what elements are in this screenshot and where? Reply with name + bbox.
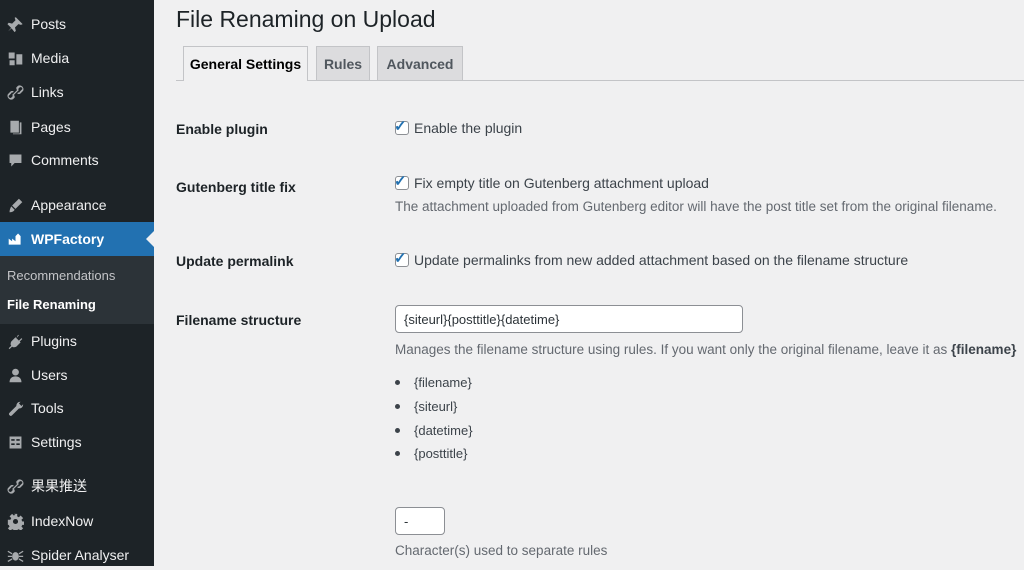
rule-label: {filename} (414, 375, 472, 390)
settings-icon (5, 432, 25, 452)
sidebar-item-label: Media (31, 50, 70, 66)
tools-icon (5, 398, 25, 418)
sidebar-item-pages[interactable]: Pages (0, 112, 154, 142)
bullet-icon (395, 380, 400, 385)
update-permalink-label: Update permalink (176, 253, 294, 269)
sidebar-item-posts[interactable]: Posts (0, 9, 154, 39)
sidebar-item-links[interactable]: Links (0, 77, 154, 107)
rule-list-item: {datetime} (395, 423, 473, 438)
sidebar-item-label: Users (31, 367, 68, 383)
submenu-item-file-renaming[interactable]: File Renaming (7, 297, 96, 312)
submenu-item-recommendations[interactable]: Recommendations (7, 268, 115, 283)
plugins-icon (5, 331, 25, 351)
filename-structure-description-text: Manages the filename structure using rul… (395, 342, 952, 357)
rule-label: {datetime} (414, 423, 473, 438)
rule-list-item: {posttitle} (395, 446, 468, 461)
sidebar-item-label: Appearance (31, 197, 107, 213)
gutenberg-title-fix-checkbox[interactable]: ✓ (394, 173, 409, 190)
rule-list-item: {filename} (395, 375, 472, 390)
gutenberg-title-fix-label: Gutenberg title fix (176, 179, 296, 195)
sidebar-item-guoguo-push[interactable]: 果果推送 (0, 471, 154, 501)
checkmark-icon: ✓ (394, 250, 407, 267)
separator-description: Character(s) used to separate rules (395, 543, 608, 558)
sidebar-item-label: Plugins (31, 333, 77, 349)
gear-icon (5, 511, 25, 531)
active-indicator (146, 231, 154, 247)
filename-structure-description-bold: {filename} (951, 342, 1017, 357)
sidebar-item-wpfactory[interactable]: WPFactory (0, 222, 154, 256)
update-permalink-option: ✓ Update permalinks from new added attac… (394, 250, 909, 268)
bullet-icon (395, 428, 400, 433)
pages-icon (5, 117, 25, 137)
sidebar-item-label: WPFactory (31, 231, 105, 247)
bullet-icon (395, 404, 400, 409)
bullet-icon (395, 451, 400, 456)
update-permalink-checkbox-label: Update permalinks from new added attachm… (414, 252, 909, 268)
tab-rules[interactable]: Rules (316, 46, 370, 80)
enable-plugin-option: ✓ Enable the plugin (394, 118, 523, 136)
sidebar-item-users[interactable]: Users (0, 360, 154, 390)
page-title: File Renaming on Upload (176, 6, 436, 32)
sidebar-item-appearance[interactable]: Appearance (0, 190, 154, 220)
sidebar-item-label: 果果推送 (31, 478, 87, 494)
gutenberg-title-fix-option: ✓ Fix empty title on Gutenberg attachmen… (394, 173, 709, 191)
checkmark-icon: ✓ (394, 118, 407, 135)
sidebar-item-label: IndexNow (31, 513, 94, 529)
comments-icon (5, 150, 25, 170)
sidebar-item-indexnow[interactable]: IndexNow (0, 506, 154, 536)
link-icon (5, 82, 25, 102)
appearance-icon (5, 195, 25, 215)
sidebar-item-comments[interactable]: Comments (0, 145, 154, 175)
sidebar-item-settings[interactable]: Settings (0, 427, 154, 457)
tab-advanced[interactable]: Advanced (377, 46, 463, 80)
enable-plugin-checkbox[interactable]: ✓ (394, 118, 409, 135)
filename-structure-label: Filename structure (176, 312, 302, 328)
rule-label: {posttitle} (414, 446, 468, 461)
sidebar-item-label: Tools (31, 400, 64, 416)
sidebar-item-label: Spider Analyser (31, 547, 130, 563)
sidebar-item-label: Posts (31, 16, 67, 32)
wpfactory-submenu: Recommendations File Renaming (0, 256, 154, 324)
wpfactory-icon (5, 229, 25, 249)
separator-input[interactable]: - (395, 507, 445, 535)
filename-structure-input[interactable]: {siteurl}{posttitle}{datetime} (395, 305, 743, 333)
rule-label: {siteurl} (414, 399, 458, 414)
sidebar-item-label: Pages (31, 119, 71, 135)
tab-general-settings[interactable]: General Settings (183, 46, 308, 81)
spider-icon (5, 545, 25, 565)
gutenberg-title-fix-checkbox-label: Fix empty title on Gutenberg attachment … (414, 175, 709, 191)
sidebar-item-media[interactable]: Media (0, 43, 154, 73)
filename-structure-description: Manages the filename structure using rul… (395, 342, 1016, 357)
enable-plugin-label: Enable plugin (176, 121, 268, 137)
update-permalink-checkbox[interactable]: ✓ (394, 250, 409, 267)
admin-sidebar: Posts Media Links Pages Comments Appeara… (0, 0, 154, 566)
pin-icon (5, 14, 25, 34)
link-icon (5, 476, 25, 496)
users-icon (5, 365, 25, 385)
checkmark-icon: ✓ (394, 173, 407, 190)
sidebar-item-label: Settings (31, 434, 82, 450)
enable-plugin-checkbox-label: Enable the plugin (414, 120, 523, 136)
rule-list-item: {siteurl} (395, 399, 457, 414)
gutenberg-title-fix-description: The attachment uploaded from Gutenberg e… (395, 199, 997, 214)
sidebar-item-plugins[interactable]: Plugins (0, 326, 154, 356)
media-icon (5, 48, 25, 68)
sidebar-item-label: Links (31, 84, 64, 100)
sidebar-item-label: Comments (31, 152, 99, 168)
sidebar-item-tools[interactable]: Tools (0, 393, 154, 423)
